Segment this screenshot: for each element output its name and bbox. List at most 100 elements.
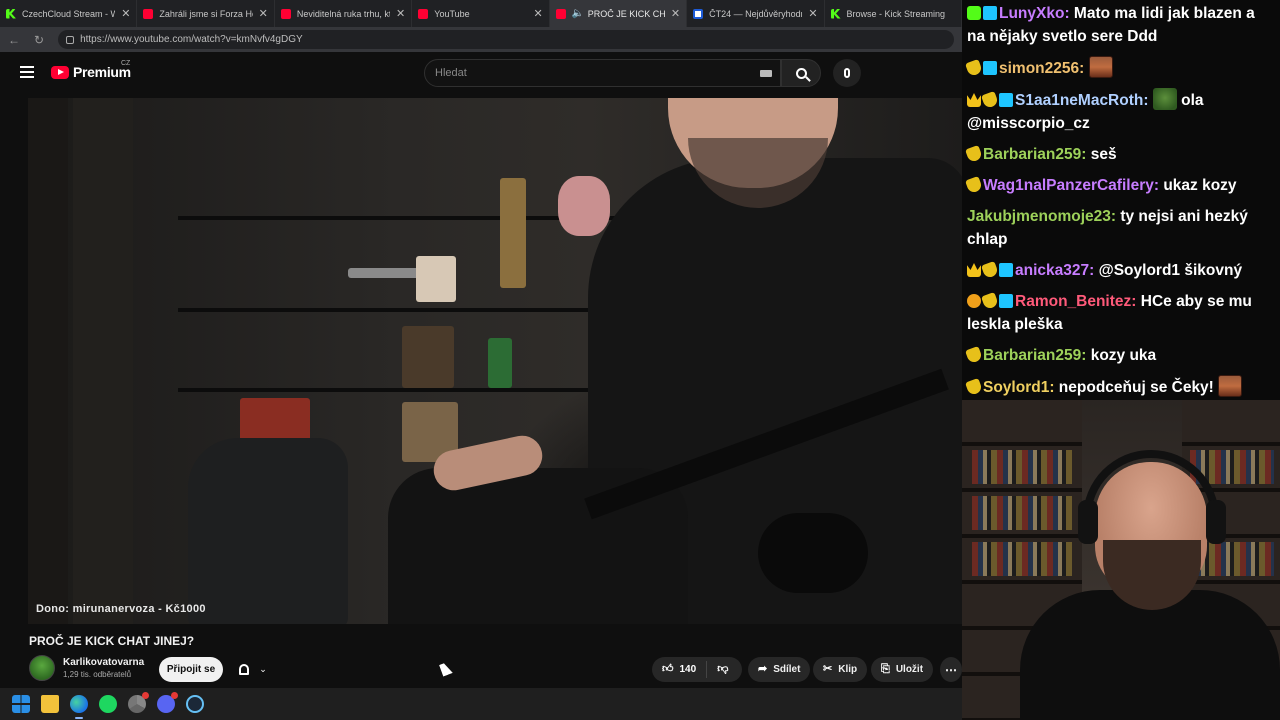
dislike-button[interactable]: 👎︎ [707,664,738,675]
tab-ct24[interactable]: ČT24 — Nejdůvěryhodnější z✕ [687,0,825,27]
search-button[interactable] [781,59,821,87]
video-player[interactable] [28,98,962,624]
steam-icon[interactable] [186,695,204,713]
ct24-icon [693,8,704,19]
sub-badge-icon [999,294,1013,308]
chat-separator: : [1081,146,1091,163]
kick-badge-icon [967,6,981,20]
close-icon[interactable]: ✕ [533,7,542,20]
chat-username[interactable]: Ramon_Benitez [1015,293,1131,310]
chat-message: simon2256: [965,56,1276,80]
more-icon: ⋯ [945,662,957,677]
wall-panel [73,98,133,624]
chair [188,438,348,624]
wall-foam [28,98,68,624]
channel-name[interactable]: Karlikovatovarna [63,657,144,668]
menu-icon[interactable] [20,66,34,78]
site-info-icon[interactable] [66,35,75,44]
chat-message: Jakubjmenomoje23: ty nejsi ani hezký chl… [967,205,1276,251]
url-field[interactable]: https://www.youtube.com/watch?v=kmNvfv4g… [58,30,954,49]
figure-item [416,256,456,302]
chat-message: S1aa1neMacRoth: ola @misscorpio_cz [967,88,1276,135]
close-icon[interactable]: ✕ [808,7,817,20]
voice-search-button[interactable] [833,59,861,87]
edge-icon[interactable] [70,695,88,719]
tab-forza[interactable]: Zahráli jsme si Forza Horizon✕ [137,0,275,27]
sub-badge-icon [983,6,997,20]
notifications-button[interactable]: ⌄ [229,657,277,682]
file-explorer-icon[interactable] [41,695,59,713]
reload-icon[interactable]: ↻ [34,33,44,47]
chat-message: anicka327: @Soylord1 šikovný [967,259,1276,282]
search-icon [795,67,807,79]
figure-item [488,338,512,388]
books [972,542,1072,576]
close-icon[interactable]: ✕ [671,7,680,20]
browser-window: CzechCloud Stream - Watch✕ Zahráli jsme … [0,0,962,688]
speaker-icon[interactable]: 🔈 [572,8,584,19]
clip-button[interactable]: ✂ Klip [813,657,868,682]
youtube-icon [555,8,566,19]
chat-username[interactable]: Jakubjmenomoje23 [967,208,1111,225]
screen: CzechCloud Stream - Watch✕ Zahráli jsme … [0,0,1280,720]
chat-username[interactable]: Barbarian259 [983,347,1081,364]
gift-badge-icon [965,176,983,194]
discord-icon[interactable] [157,692,178,713]
chat-username[interactable]: S1aa1neMacRoth [1015,92,1143,109]
chat-message: Barbarian259: seš [965,143,1276,166]
chat-separator: : [1131,293,1141,310]
more-options-button[interactable]: ⋯ [940,657,962,682]
taskbar [0,688,962,720]
chrome-icon[interactable] [128,692,149,713]
gift-badge-icon [981,261,999,279]
gift-badge-icon [981,292,999,310]
chat-username[interactable]: simon2256 [999,60,1079,77]
search-input[interactable]: Hledat [424,59,781,87]
country-code: CZ [121,60,131,67]
tab-czechcloud[interactable]: CzechCloud Stream - Watch✕ [0,0,138,27]
chat-username[interactable]: Barbarian259 [983,146,1081,163]
tab-youtube[interactable]: YouTube ✕ [412,0,550,27]
keyboard-icon[interactable] [760,70,772,77]
chat-message: Wag1nalPanzerCafilery: ukaz kozy [965,174,1276,197]
chat-separator: : [1153,177,1164,194]
chat-username[interactable]: anicka327 [1015,262,1089,279]
shelf-row [178,308,648,312]
scissors-icon: ✂ [823,663,833,675]
chat-text: nepodceňuj se Čeky! [1058,379,1214,396]
tab-ruka-trhu[interactable]: Neviditelná ruka trhu, která h✕ [275,0,413,27]
close-icon[interactable]: ✕ [259,7,268,20]
save-button[interactable]: ⎘ Uložit [871,657,934,682]
share-button[interactable]: ➦ Sdílet [748,657,811,682]
gift-badge-icon [965,145,983,163]
tab-kick-browse[interactable]: Browse - Kick Streaming [825,0,962,27]
chat-username[interactable]: Soylord1 [983,379,1049,396]
chat-username[interactable]: LunyXko [999,5,1064,22]
shelf-row [178,388,648,392]
sub-badge-icon [983,61,997,75]
join-button[interactable]: Připojit se [159,657,223,682]
figure-item [558,176,610,236]
face-emote-icon [1218,375,1243,397]
save-button-wrap: ⎘ Uložit [871,657,934,682]
windows-start-icon[interactable] [12,695,30,713]
headphone-cup [1206,500,1226,544]
clip-button-wrap: ✂ Klip [813,657,868,682]
mic-icon [844,68,850,78]
crown-badge-icon [967,93,981,107]
thumbs-down-icon: 👎︎ [717,663,729,675]
channel-avatar[interactable] [29,655,55,681]
spotify-icon[interactable] [99,695,117,713]
close-icon[interactable]: ✕ [121,7,130,20]
chat-separator: : [1079,60,1089,77]
tab-active-video[interactable]: 🔈PROČ JE KICK CHAT JINE✕ [549,0,688,27]
youtube-header: Premium CZ Hledat [0,52,962,96]
youtube-premium-logo[interactable]: Premium CZ [51,60,131,80]
youtube-icon [418,8,429,19]
chat-username[interactable]: Wag1nalPanzerCafilery [983,177,1154,194]
like-button[interactable]: 👍︎ 140 [652,661,708,678]
close-icon[interactable]: ✕ [396,7,405,20]
back-icon[interactable]: ← [8,33,20,47]
chat-separator: : [1110,208,1121,225]
chat-text: ukaz kozy [1163,177,1237,194]
